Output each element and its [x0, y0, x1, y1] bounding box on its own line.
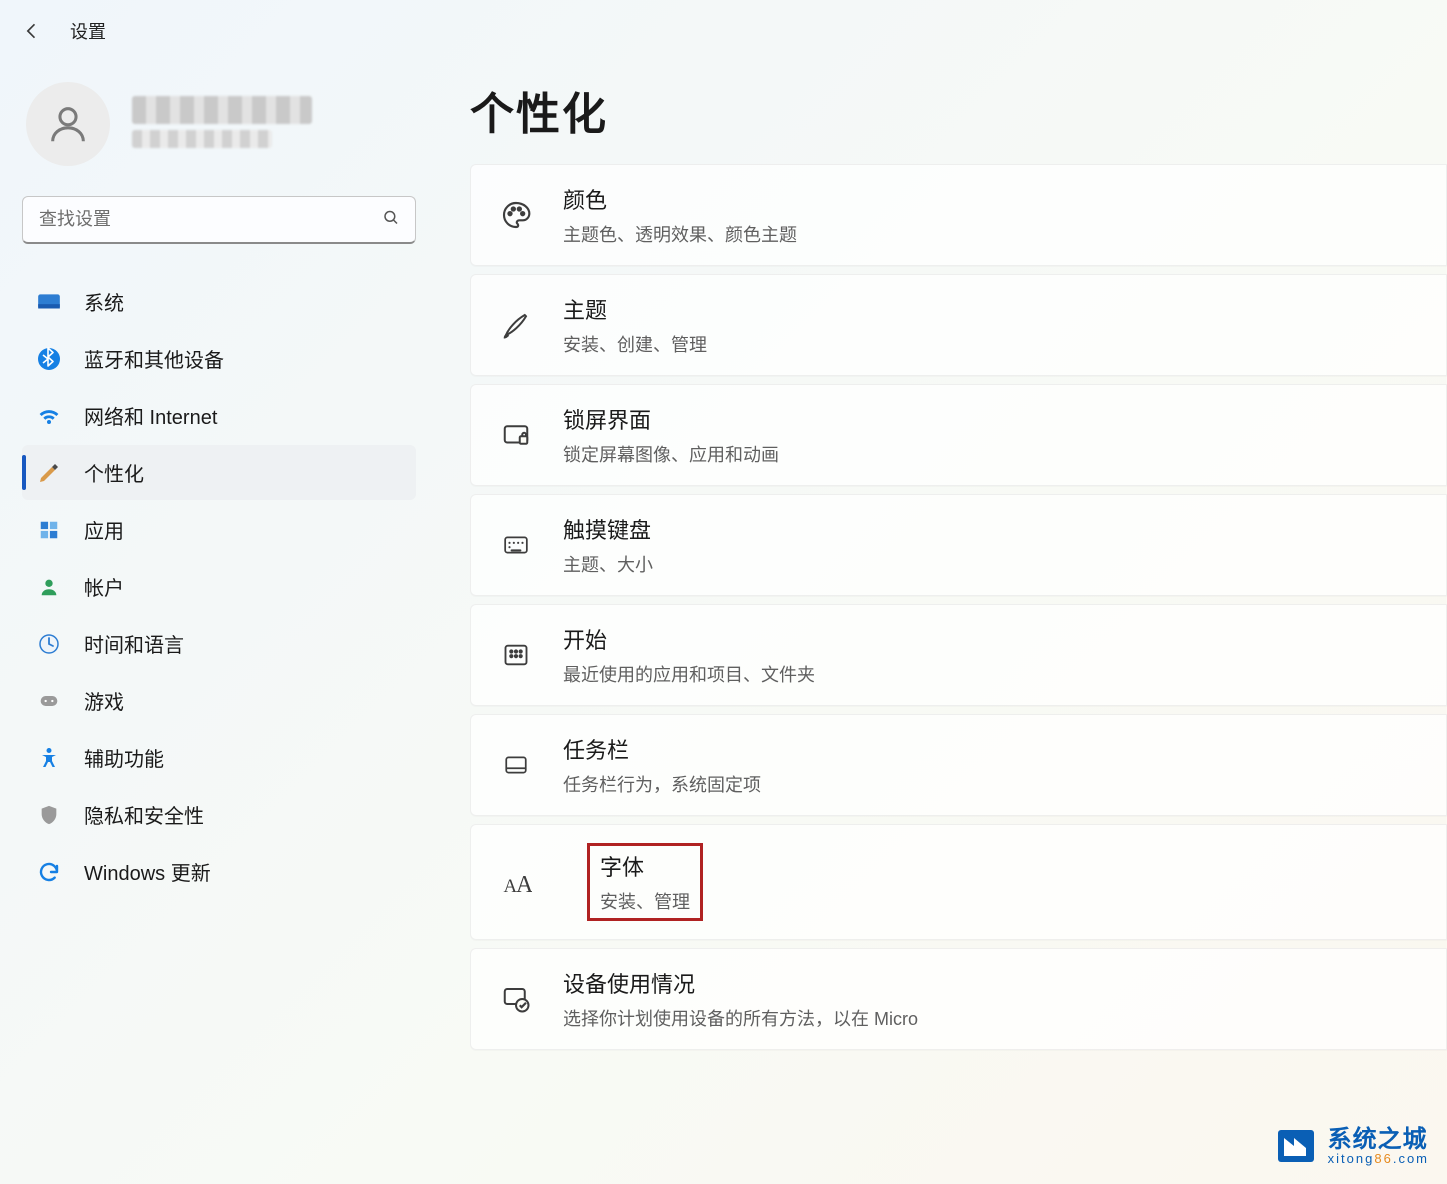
sidebar-item-gaming[interactable]: 游戏: [22, 673, 416, 728]
card-subtitle: 选择你计划使用设备的所有方法，以在 Micro: [563, 1005, 918, 1031]
sidebar-item-label: 系统: [84, 287, 124, 316]
sidebar-item-accounts[interactable]: 帐户: [22, 559, 416, 614]
card-touch-keyboard[interactable]: 触摸键盘 主题、大小: [470, 494, 1447, 596]
card-title: 颜色: [563, 183, 797, 215]
card-subtitle: 安装、管理: [600, 888, 690, 914]
highlight-box: 字体 安装、管理: [587, 843, 703, 921]
card-subtitle: 主题色、透明效果、颜色主题: [563, 221, 797, 247]
card-title: 主题: [563, 293, 707, 325]
gamepad-icon: [36, 688, 62, 714]
profile-section[interactable]: [22, 72, 416, 190]
card-subtitle: 锁定屏幕图像、应用和动画: [563, 441, 779, 467]
accessibility-icon: [36, 745, 62, 771]
card-taskbar[interactable]: 任务栏 任务栏行为，系统固定项: [470, 714, 1447, 816]
card-subtitle: 最近使用的应用和项目、文件夹: [563, 661, 815, 687]
search-icon: [382, 209, 400, 232]
card-subtitle: 主题、大小: [563, 551, 653, 577]
sidebar-item-accessibility[interactable]: 辅助功能: [22, 730, 416, 785]
sidebar-nav: 系统 蓝牙和其他设备 网络和 Internet 个性化: [22, 274, 416, 899]
sidebar-item-bluetooth[interactable]: 蓝牙和其他设备: [22, 331, 416, 386]
watermark-logo-icon: [1274, 1124, 1318, 1168]
system-icon: [36, 289, 62, 315]
sidebar-item-label: 蓝牙和其他设备: [84, 344, 224, 373]
brush-icon: [499, 308, 533, 342]
keyboard-icon: [499, 528, 533, 562]
avatar: [26, 82, 110, 166]
bluetooth-icon: [36, 346, 62, 372]
sidebar-item-label: 个性化: [84, 458, 144, 487]
card-device-usage[interactable]: 设备使用情况 选择你计划使用设备的所有方法，以在 Micro: [470, 948, 1447, 1050]
apps-icon: [36, 517, 62, 543]
update-icon: [36, 859, 62, 885]
sidebar-item-privacy[interactable]: 隐私和安全性: [22, 787, 416, 842]
sidebar-item-network[interactable]: 网络和 Internet: [22, 388, 416, 443]
taskbar-icon: [499, 748, 533, 782]
sidebar-item-label: 时间和语言: [84, 629, 184, 658]
card-title: 锁屏界面: [563, 403, 779, 435]
watermark-url: xitong86.com: [1328, 1152, 1429, 1166]
card-subtitle: 安装、创建、管理: [563, 331, 707, 357]
svg-text:A: A: [516, 872, 532, 897]
page-title: 个性化: [470, 78, 1447, 142]
card-title: 任务栏: [563, 733, 761, 765]
card-subtitle: 任务栏行为，系统固定项: [563, 771, 761, 797]
card-start[interactable]: 开始 最近使用的应用和项目、文件夹: [470, 604, 1447, 706]
clock-globe-icon: [36, 631, 62, 657]
sidebar-item-label: Windows 更新: [84, 857, 211, 886]
card-title: 开始: [563, 623, 815, 655]
card-lockscreen[interactable]: 锁屏界面 锁定屏幕图像、应用和动画: [470, 384, 1447, 486]
sidebar-item-time-language[interactable]: 时间和语言: [22, 616, 416, 671]
wifi-icon: [36, 403, 62, 429]
sidebar-item-label: 辅助功能: [84, 743, 164, 772]
card-title: 触摸键盘: [563, 513, 653, 545]
sidebar-item-system[interactable]: 系统: [22, 274, 416, 329]
watermark-title: 系统之城: [1328, 1127, 1429, 1152]
sidebar-item-update[interactable]: Windows 更新: [22, 844, 416, 899]
palette-icon: [499, 198, 533, 232]
card-title: 字体: [600, 850, 690, 882]
sidebar-item-label: 网络和 Internet: [84, 401, 217, 430]
sidebar-item-personalization[interactable]: 个性化: [22, 445, 416, 500]
watermark: 系统之城 xitong86.com: [1274, 1124, 1429, 1168]
card-themes[interactable]: 主题 安装、创建、管理: [470, 274, 1447, 376]
sidebar-item-label: 应用: [84, 515, 124, 544]
app-title: 设置: [70, 18, 106, 44]
fonts-icon: AA: [499, 865, 533, 899]
search-input[interactable]: [22, 196, 416, 244]
sidebar-item-label: 游戏: [84, 686, 124, 715]
person-icon: [36, 574, 62, 600]
card-fonts[interactable]: AA 字体 安装、管理: [470, 824, 1447, 940]
device-usage-icon: [499, 982, 533, 1016]
start-icon: [499, 638, 533, 672]
sidebar-item-label: 帐户: [84, 572, 124, 601]
card-title: 设备使用情况: [563, 967, 918, 999]
back-button[interactable]: [22, 21, 42, 41]
main-content: 个性化 颜色 主题色、透明效果、颜色主题 主题 安装、创建、管理: [430, 54, 1447, 1182]
lockscreen-icon: [499, 418, 533, 452]
profile-name-redacted: [132, 96, 312, 152]
sidebar-item-label: 隐私和安全性: [84, 800, 204, 829]
paintbrush-icon: [36, 460, 62, 486]
sidebar-item-apps[interactable]: 应用: [22, 502, 416, 557]
card-colors[interactable]: 颜色 主题色、透明效果、颜色主题: [470, 164, 1447, 266]
sidebar: 系统 蓝牙和其他设备 网络和 Internet 个性化: [0, 54, 430, 1182]
shield-icon: [36, 802, 62, 828]
